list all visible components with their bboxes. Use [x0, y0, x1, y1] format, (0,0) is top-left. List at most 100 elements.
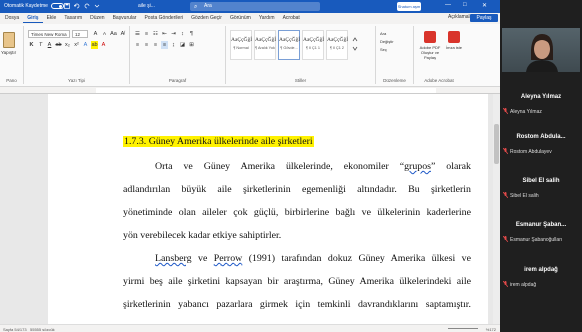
search-input[interactable]: ⌕ Ara: [190, 2, 320, 11]
tab-help[interactable]: Yardım: [255, 13, 279, 23]
replace-button[interactable]: Değiştir: [380, 39, 394, 44]
grow-font-icon[interactable]: A: [92, 30, 99, 38]
borders-icon[interactable]: ⊞: [188, 41, 195, 49]
ribbon: Yapıştır Pano Times New Roma 12 A A Aa A…: [0, 24, 500, 87]
italic-icon[interactable]: T: [37, 41, 44, 49]
scrollbar-thumb[interactable]: [494, 124, 499, 164]
style-sample: AaÇçĞğİ: [327, 37, 349, 43]
search-icon: ⌕: [194, 4, 198, 10]
style-normal[interactable]: AaÇçĞğİ ¶ Normal: [230, 30, 252, 60]
tab-acrobat[interactable]: Acrobat: [279, 13, 304, 23]
multilevel-list-icon[interactable]: ☷: [152, 30, 159, 38]
align-left-icon[interactable]: ≡: [134, 41, 141, 49]
text-effects-icon[interactable]: A: [82, 41, 89, 49]
paragraph-line: adlandırılan büyük aile şirketlerinin eg…: [123, 184, 471, 195]
paragraph-line: yön verebilecek kadar etkiye sahiptirler…: [123, 230, 281, 241]
video-tile[interactable]: [502, 28, 580, 72]
participant-name: irem alpdağ: [524, 267, 558, 273]
participant-label: Esmanur Şabanoğulları: [510, 237, 563, 243]
style-name: ¶ Aralık Yok: [255, 46, 275, 50]
request-signature-icon[interactable]: [448, 31, 460, 43]
participant-tile[interactable]: Sibel El salih Sibel El salih: [500, 168, 582, 206]
style-heading-2[interactable]: AaÇçĞğİ ¶ Il Ç1 2: [326, 30, 348, 60]
customize-qat-icon[interactable]: [94, 3, 100, 9]
justify-icon[interactable]: ≡: [161, 41, 168, 49]
bullets-icon[interactable]: ☰: [134, 30, 141, 38]
ruler-track[interactable]: [96, 88, 436, 93]
create-pdf-icon[interactable]: [424, 31, 436, 43]
line-spacing-icon[interactable]: ↨: [170, 41, 177, 49]
style-body[interactable]: AaÇçĞğİ ¶ Gövde...: [278, 30, 300, 60]
vertical-scrollbar[interactable]: [493, 94, 500, 324]
styles-group-label: Stiller: [294, 78, 307, 83]
clipboard-group-label: Pano: [6, 78, 17, 83]
redo-icon[interactable]: [84, 3, 90, 9]
zoom-level[interactable]: %172: [486, 327, 496, 332]
select-button[interactable]: Seç: [380, 47, 387, 52]
tab-layout[interactable]: Düzen: [86, 13, 108, 23]
autosave-control[interactable]: Otomatik Kaydetme: [4, 3, 64, 9]
decrease-indent-icon[interactable]: ⇤: [161, 30, 168, 38]
status-bar: Sayfa 54/173 55555 sözcük %172: [0, 324, 500, 332]
share-button[interactable]: Paylaş: [470, 14, 498, 22]
save-icon[interactable]: [64, 3, 70, 9]
underline-icon[interactable]: A: [46, 41, 53, 49]
font-size-select[interactable]: 12: [72, 30, 88, 38]
participant-name: Rostom Abdula...: [516, 134, 566, 140]
tab-design[interactable]: Tasarım: [60, 13, 86, 23]
tab-file[interactable]: Dosya: [1, 13, 23, 23]
zoom-slider[interactable]: [448, 328, 478, 329]
screen: Otomatik Kaydetme aile şi... ⌕ Ara Shatu…: [0, 0, 582, 332]
align-right-icon[interactable]: ≡: [152, 41, 159, 49]
participant-name: Esmanur Şaban...: [515, 222, 567, 228]
text-run: ” olarak: [430, 161, 471, 172]
change-case-icon[interactable]: Aa: [110, 30, 117, 38]
bold-icon[interactable]: K: [28, 41, 35, 49]
tab-insert[interactable]: Ekle: [43, 13, 61, 23]
participant-tile[interactable]: irem alpdağ irem alpdağ: [500, 257, 582, 295]
superscript-icon[interactable]: x²: [73, 41, 80, 49]
participant-tile[interactable]: Esmanur Şaban... Esmanur Şabanoğulları: [500, 212, 582, 250]
increase-indent-icon[interactable]: ⇥: [170, 30, 177, 38]
styles-scroll-icon[interactable]: [352, 36, 358, 52]
tab-mailings[interactable]: Posta Gönderileri: [140, 13, 187, 23]
close-button[interactable]: ✕: [482, 2, 487, 9]
autosave-toggle[interactable]: [50, 3, 64, 9]
tab-references[interactable]: Başvurular: [109, 13, 141, 23]
find-button[interactable]: Ara: [380, 31, 386, 36]
subscript-icon[interactable]: x₂: [64, 41, 71, 49]
tab-review[interactable]: Gözden Geçir: [187, 13, 226, 23]
highlight-icon[interactable]: ab: [91, 41, 98, 49]
style-no-spacing[interactable]: AaÇçĞğİ ¶ Aralık Yok: [254, 30, 276, 60]
style-name: ¶ Il Ç1 2: [329, 46, 345, 50]
tab-view[interactable]: Görünüm: [226, 13, 255, 23]
maximize-button[interactable]: □: [463, 2, 467, 8]
text-run: (1991) tarafından dokuz Güney Amerika ül…: [242, 253, 471, 264]
font-name-select[interactable]: Times New Roma: [28, 30, 70, 38]
font-color-icon[interactable]: A: [100, 41, 107, 49]
participant-tile[interactable]: Aleyna Yılmaz Aleyna Yılmaz: [500, 84, 582, 122]
document-page[interactable]: 1.7.3. Güney Amerika ülkelerinde aile şi…: [48, 94, 488, 324]
ribbon-tabs: Dosya Giriş Ekle Tasarım Düzen Başvurula…: [0, 13, 500, 23]
clear-format-icon[interactable]: A̸: [119, 30, 126, 38]
shading-icon[interactable]: ◪: [179, 41, 186, 49]
paragraph-group-label: Paragraf: [168, 78, 187, 83]
paste-icon[interactable]: [3, 32, 15, 48]
minimize-button[interactable]: —: [445, 2, 451, 8]
style-heading-1[interactable]: AaÇçĞğİ ¶ Il Ç1 1: [302, 30, 324, 60]
page-counter[interactable]: Sayfa 54/173: [3, 327, 27, 332]
strikethrough-icon[interactable]: ab: [55, 41, 62, 49]
numbering-icon[interactable]: ≡: [143, 30, 150, 38]
participant-tile[interactable]: Rostom Abdula... Rostom Abdulayev: [500, 124, 582, 162]
word-count[interactable]: 55555 sözcük: [30, 327, 55, 332]
show-marks-icon[interactable]: ¶: [188, 30, 195, 38]
undo-icon[interactable]: [74, 3, 80, 9]
spellcheck-word: Perrow: [213, 253, 243, 264]
user-account-button[interactable]: Shatum aşm: [397, 2, 421, 11]
tab-home[interactable]: Giriş: [23, 13, 43, 23]
shrink-font-icon[interactable]: A: [101, 30, 108, 38]
style-name: ¶ Il Ç1 1: [305, 46, 321, 50]
align-center-icon[interactable]: ≡: [143, 41, 150, 49]
sort-icon[interactable]: ↕: [179, 30, 186, 38]
document-title: aile şi...: [138, 3, 155, 9]
